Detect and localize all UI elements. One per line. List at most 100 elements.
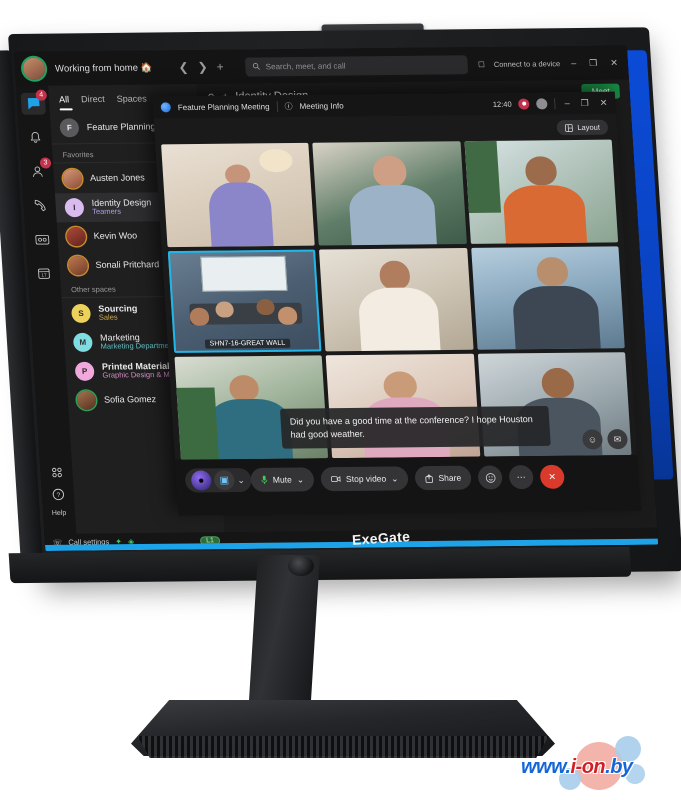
avatar xyxy=(76,390,97,410)
layout-grid-icon xyxy=(565,123,574,132)
people-icon[interactable]: ☺ xyxy=(581,429,604,450)
nav-buttons: ❮ ❯ + xyxy=(178,60,224,74)
avatar: F xyxy=(59,118,80,138)
recording-icon[interactable] xyxy=(518,98,530,110)
avatar: P xyxy=(74,361,95,381)
list-item-label: Sofia Gomez xyxy=(103,394,157,406)
maximize-button[interactable]: ❐ xyxy=(587,57,600,68)
meeting-info-label[interactable]: Meeting Info xyxy=(299,101,344,110)
tab-direct[interactable]: Direct xyxy=(81,94,105,104)
watermark: www.i-on.by xyxy=(517,734,675,792)
list-item-label: Austen Jones xyxy=(89,172,146,184)
meeting-minimize-button[interactable]: – xyxy=(562,98,572,108)
emoji-icon xyxy=(485,472,495,483)
mute-button[interactable]: Mute ⌄ xyxy=(250,467,315,492)
avatar xyxy=(67,255,89,276)
video-tile[interactable] xyxy=(161,142,316,247)
camera-icon xyxy=(331,476,341,482)
avatar: I xyxy=(64,198,85,218)
monitor-stand xyxy=(248,555,320,715)
bell-icon xyxy=(30,131,41,143)
watermark-by: .by xyxy=(605,756,633,778)
search-input[interactable]: Search, meet, and call xyxy=(245,54,469,77)
video-effects-icon[interactable]: ▣ xyxy=(213,470,235,491)
avatar: S xyxy=(70,303,92,324)
share-button-label: Share xyxy=(438,472,462,483)
watermark-www: www. xyxy=(521,756,571,778)
share-button[interactable]: Share xyxy=(414,465,472,491)
sidebar-item-contacts[interactable]: 3 xyxy=(25,157,52,182)
calendar-icon: 17 xyxy=(38,268,50,279)
monitor-screen: Working from home 🏠 ❮ ❯ + Search, meet, … xyxy=(14,45,659,552)
sidebar-item-voicemail[interactable] xyxy=(29,228,54,250)
layout-button-label: Layout xyxy=(577,122,601,132)
sidebar-item-chat[interactable]: 4 xyxy=(20,89,48,115)
list-item-label: Sonali Pritchard xyxy=(95,259,160,271)
video-tile[interactable] xyxy=(470,246,625,351)
home-emoji-icon: 🏠 xyxy=(140,62,153,74)
video-tile[interactable] xyxy=(464,139,619,244)
meeting-titlebar: Feature Planning Meeting ⓘ Meeting Info … xyxy=(152,91,617,119)
assistant-avatar-icon[interactable]: ● xyxy=(190,470,212,491)
sidebar-item-calls[interactable] xyxy=(27,194,52,216)
more-options-button[interactable]: ⋯ xyxy=(508,465,534,490)
tab-all[interactable]: All xyxy=(59,94,70,104)
meeting-window-right: 12:40 – ❐ ✕ xyxy=(492,92,610,115)
close-button[interactable]: ✕ xyxy=(608,57,620,68)
connect-device-icon: ☐ xyxy=(477,59,486,69)
stand-hinge xyxy=(288,556,314,576)
layout-button[interactable]: Layout xyxy=(556,119,609,136)
chevron-left-icon[interactable]: ❮ xyxy=(178,60,189,74)
meeting-window: Feature Planning Meeting ⓘ Meeting Info … xyxy=(152,91,642,516)
end-call-button[interactable]: ✕ xyxy=(539,464,566,489)
live-caption: Did you have a good time at the conferen… xyxy=(279,405,551,449)
monitor-bottom-bezel xyxy=(8,546,632,584)
sidebar-item-calendar[interactable]: 17 xyxy=(31,262,56,284)
secondary-meeting-controls: ☺ ✉ xyxy=(581,429,629,450)
chevron-right-icon[interactable]: ❯ xyxy=(197,60,208,74)
apps-grid-icon[interactable] xyxy=(50,466,64,479)
tab-active-underline xyxy=(59,108,73,111)
svg-text:17: 17 xyxy=(41,273,47,278)
chevron-down-icon[interactable]: ⌄ xyxy=(296,474,304,485)
stop-video-button[interactable]: Stop video ⌄ xyxy=(320,466,410,492)
video-tile-active[interactable]: SHN7-16-GREAT WALL xyxy=(167,249,322,354)
sidebar-rail-bottom: ? Help xyxy=(40,466,75,517)
monitor: Working from home 🏠 ❮ ❯ + Search, meet, … xyxy=(0,22,681,622)
chat-bubble-icon[interactable]: ✉ xyxy=(606,429,629,450)
search-placeholder: Search, meet, and call xyxy=(265,61,346,71)
meeting-maximize-button[interactable]: ❐ xyxy=(578,97,591,108)
watermark-text: www.i-on.by xyxy=(521,756,633,779)
video-tile[interactable] xyxy=(319,247,474,352)
search-icon xyxy=(253,63,261,70)
list-item-subtitle: Marketing Department xyxy=(100,341,176,352)
list-item-subtitle: Teamers xyxy=(91,207,122,217)
question-mark-icon[interactable]: ? xyxy=(51,488,65,501)
info-icon[interactable]: ⓘ xyxy=(284,101,293,112)
bluetooth-icon[interactable] xyxy=(536,97,548,109)
divider xyxy=(554,97,556,109)
meeting-close-button[interactable]: ✕ xyxy=(597,97,609,108)
list-item-label: Kevin Woo xyxy=(93,230,138,242)
tab-spaces[interactable]: Spaces xyxy=(116,94,147,104)
video-tile[interactable] xyxy=(312,141,467,246)
connect-device-label[interactable]: Connect to a device xyxy=(493,59,560,69)
avatar: M xyxy=(72,332,93,352)
sidebar-item-notifications[interactable] xyxy=(23,127,48,149)
divider xyxy=(276,100,278,112)
monitor-base-edge xyxy=(137,736,549,758)
reactions-button[interactable] xyxy=(477,465,503,490)
video-tile-label: SHN7-16-GREAT WALL xyxy=(204,339,291,349)
avatar xyxy=(66,227,87,247)
stop-video-label: Stop video xyxy=(345,473,387,484)
presence-status[interactable]: Working from home 🏠 xyxy=(55,62,153,74)
list-item-subtitle: Sales xyxy=(98,312,118,323)
plus-icon[interactable]: + xyxy=(216,60,224,74)
watermark-ion: i-on xyxy=(570,756,606,778)
avatar[interactable] xyxy=(22,57,46,80)
help-label[interactable]: Help xyxy=(52,510,67,517)
chevron-down-icon[interactable]: ⌄ xyxy=(391,473,399,484)
minimize-button[interactable]: – xyxy=(569,58,579,68)
chevron-down-icon[interactable]: ⌄ xyxy=(237,475,245,486)
contacts-badge: 3 xyxy=(39,157,52,169)
